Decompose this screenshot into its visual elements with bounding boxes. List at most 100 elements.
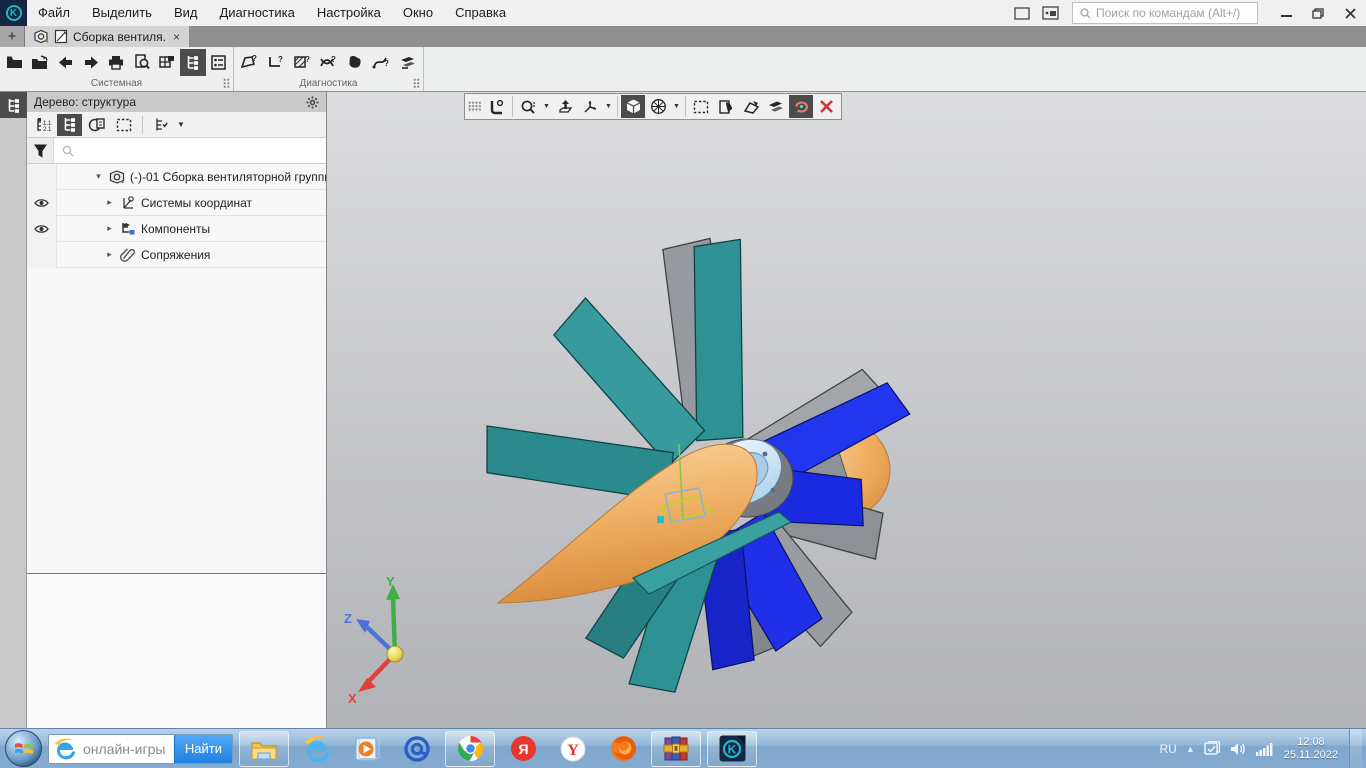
screen-settings-icon[interactable]: [1036, 3, 1064, 23]
taskbar-ie-button[interactable]: [295, 731, 339, 767]
ie-search-widget[interactable]: онлайн-игры Найти: [48, 734, 233, 764]
open-document-button[interactable]: [2, 49, 27, 76]
measure-hatch-area-button[interactable]: ?: [289, 49, 315, 76]
menu-select[interactable]: Выделить: [81, 0, 163, 26]
expand-caret-icon[interactable]: ▸: [103, 197, 116, 208]
shaded-display-mode-button[interactable]: [621, 95, 645, 118]
zoom-dropdown-icon[interactable]: ▼: [541, 103, 552, 110]
axis-label-z: Z: [344, 611, 352, 626]
menu-settings[interactable]: Настройка: [306, 0, 392, 26]
measure-solid-button[interactable]: [342, 49, 368, 76]
taskbar-media-player-button[interactable]: [345, 731, 389, 767]
tree-numbered-view-button[interactable]: 1.112.12: [30, 114, 55, 136]
taskbar-mail-agent-button[interactable]: [395, 731, 439, 767]
tab-close-icon[interactable]: ×: [172, 30, 181, 44]
tree-composition-button[interactable]: [84, 114, 109, 136]
taskbar-firefox-button[interactable]: [601, 731, 645, 767]
toolbar-drag-handle[interactable]: [468, 101, 481, 112]
group-drag-handle[interactable]: [413, 78, 420, 89]
menu-view[interactable]: Вид: [163, 0, 209, 26]
section-view-button[interactable]: [714, 95, 738, 118]
system-tray: RU ▲ 12:08 25.11.2022: [1159, 729, 1366, 768]
measure-length-button[interactable]: ?: [262, 49, 288, 76]
layout-windows-icon[interactable]: [1008, 3, 1036, 23]
language-indicator[interactable]: RU: [1159, 742, 1176, 756]
command-search-input[interactable]: Поиск по командам (Alt+/): [1072, 2, 1258, 24]
tree-structure-view-button[interactable]: [57, 114, 82, 136]
tree-item-label: Сопряжения: [141, 248, 210, 262]
save-layout-button[interactable]: [155, 49, 180, 76]
local-view-button[interactable]: [739, 95, 763, 118]
taskbar-kompas-button[interactable]: K: [707, 731, 757, 767]
open-recent-button[interactable]: [27, 49, 52, 76]
menu-window[interactable]: Окно: [392, 0, 444, 26]
eye-visibility-icon[interactable]: [34, 198, 49, 208]
tab-assembly-document[interactable]: Сборка вентиля... ×: [25, 26, 189, 47]
print-button[interactable]: [104, 49, 129, 76]
axes-dropdown-icon[interactable]: ▼: [603, 103, 614, 110]
minimize-button[interactable]: [1270, 1, 1302, 25]
start-button[interactable]: [5, 730, 42, 767]
taskbar-chrome-button[interactable]: [445, 731, 495, 767]
menu-diagnostics[interactable]: Диагностика: [208, 0, 305, 26]
menu-help[interactable]: Справка: [444, 0, 517, 26]
svg-text:?: ?: [278, 55, 283, 64]
tree-structure-button[interactable]: [180, 49, 205, 76]
restore-button[interactable]: [1302, 1, 1334, 25]
check-curve-button[interactable]: ?: [368, 49, 394, 76]
app-menu-button[interactable]: K: [0, 0, 27, 26]
taskbar-explorer-button[interactable]: [239, 731, 289, 767]
expand-caret-icon[interactable]: ▸: [103, 223, 116, 234]
filter-funnel-icon[interactable]: [27, 138, 54, 163]
tree-row-assembly-root[interactable]: ▾ (-)-01 Сборка вентиляторной группы (Те…: [27, 164, 326, 190]
pan-button[interactable]: [553, 95, 577, 118]
tray-expand-icon[interactable]: ▲: [1186, 744, 1195, 754]
display-layers-button[interactable]: [764, 95, 788, 118]
taskbar-yandex-browser-button[interactable]: Я: [501, 731, 545, 767]
orientation-sphere-button[interactable]: [646, 95, 670, 118]
taskbar-winrar-button[interactable]: [651, 731, 701, 767]
taskbar-clock[interactable]: 12:08 25.11.2022: [1284, 736, 1338, 762]
orientation-dropdown-icon[interactable]: ▼: [671, 103, 682, 110]
menu-file[interactable]: Файл: [27, 0, 81, 26]
panel-settings-gear-icon[interactable]: [306, 96, 319, 109]
viewport-3d[interactable]: ▼ ▼ ▼: [327, 92, 1366, 728]
back-button[interactable]: [53, 49, 78, 76]
show-desktop-button[interactable]: [1349, 729, 1362, 768]
tree-panel-tab-button[interactable]: [0, 92, 27, 118]
expand-caret-icon[interactable]: ▸: [103, 249, 116, 260]
network-signal-icon[interactable]: [1255, 742, 1273, 756]
check-curvature-button[interactable]: ?: [315, 49, 341, 76]
placement-mode-button[interactable]: [485, 95, 509, 118]
taskbar-yandex-button[interactable]: Y: [551, 731, 595, 767]
tree-search-input[interactable]: [54, 138, 326, 163]
visibility-gutter: [27, 190, 57, 216]
rotate-orbit-button[interactable]: [789, 95, 813, 118]
close-button[interactable]: [1334, 1, 1366, 25]
rebuild-model-button[interactable]: [395, 49, 421, 76]
search-icon: [62, 145, 74, 157]
filter-dropdown-icon[interactable]: ▼: [177, 120, 185, 129]
orientation-axes-button[interactable]: [578, 95, 602, 118]
expand-caret-icon[interactable]: ▾: [92, 171, 105, 182]
forward-button[interactable]: [78, 49, 103, 76]
find-button[interactable]: Найти: [174, 734, 232, 764]
tree-selection-area-button[interactable]: [111, 114, 136, 136]
eye-visibility-icon[interactable]: [34, 224, 49, 234]
ie-search-text[interactable]: онлайн-игры: [77, 741, 174, 757]
print-preview-button[interactable]: [129, 49, 154, 76]
tree-row-components[interactable]: ▸ Компоненты: [27, 216, 326, 242]
parameters-list-button[interactable]: [206, 49, 231, 76]
new-document-tab-button[interactable]: +: [0, 26, 25, 47]
tree-filter-list-button[interactable]: [149, 114, 174, 136]
close-command-icon[interactable]: [814, 95, 838, 118]
fan-assembly-model[interactable]: Y Z X: [327, 92, 1365, 728]
selection-frame-button[interactable]: [689, 95, 713, 118]
volume-icon[interactable]: [1230, 742, 1246, 756]
measure-area-button[interactable]: ?: [236, 49, 262, 76]
tree-row-coordinate-systems[interactable]: ▸ Системы координат: [27, 190, 326, 216]
group-drag-handle[interactable]: [223, 78, 230, 89]
action-center-icon[interactable]: [1204, 741, 1221, 757]
zoom-button[interactable]: [516, 95, 540, 118]
tree-row-mates[interactable]: ▸ Сопряжения: [27, 242, 326, 268]
